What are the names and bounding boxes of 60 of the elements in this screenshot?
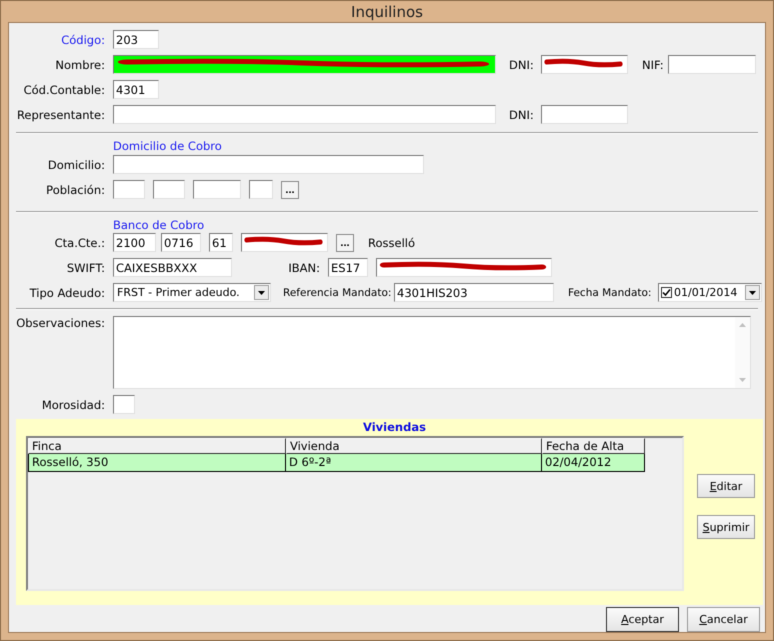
field-label: Tipo Adeudo:	[28, 286, 106, 300]
scroll-up-icon	[739, 323, 746, 327]
window-title: Inquilinos	[351, 2, 423, 20]
field-label: Cta.Cte.:	[54, 236, 106, 250]
column-header[interactable]: Fecha de Alta	[542, 438, 645, 454]
input-field[interactable]	[113, 180, 145, 199]
input-field[interactable]	[113, 395, 135, 414]
input-field[interactable]: 4301HIS203	[394, 283, 554, 302]
field-label: Domicilio:	[46, 158, 106, 172]
field-label: Representante:	[16, 108, 106, 122]
input-field[interactable]	[541, 105, 628, 124]
column-header[interactable]: Finca	[28, 438, 286, 454]
action-button[interactable]: Editar	[697, 474, 755, 498]
table-row[interactable]: Rosselló, 350 D 6º-2ª 02/04/2012	[28, 454, 645, 472]
field-label: Observaciones:	[15, 316, 106, 330]
field-label: SWIFT:	[66, 260, 106, 274]
field-label: Población:	[45, 182, 106, 196]
input-field[interactable]	[153, 180, 185, 199]
input-field[interactable]: 0716	[161, 233, 201, 252]
column-header[interactable]: Vivienda	[286, 438, 542, 454]
action-button[interactable]: Suprimir	[697, 515, 755, 539]
input-field[interactable]	[668, 55, 756, 74]
input-field[interactable]: 203	[113, 30, 159, 49]
input-field[interactable]: ES17	[328, 258, 368, 277]
browse-button[interactable]: ...	[281, 180, 299, 198]
browse-button[interactable]: ...	[336, 234, 354, 252]
input-field[interactable]	[113, 105, 496, 124]
input-field[interactable]: 61	[209, 233, 233, 252]
date-picker[interactable]: 01/01/2014	[658, 283, 762, 302]
section-title: Banco de Cobro	[113, 218, 204, 232]
field-label: Código:	[60, 32, 106, 46]
field-label: Cód.Contable:	[22, 82, 106, 96]
field-label: NIF:	[642, 58, 665, 72]
input-field[interactable]	[113, 155, 424, 174]
bank-name: Rosselló	[368, 236, 415, 250]
input-field[interactable]: CAIXESBBXXX	[113, 258, 232, 277]
input-field[interactable]: 4301	[113, 80, 159, 99]
dropdown[interactable]: FRST - Primer adeudo.	[113, 283, 271, 302]
section-title: Domicilio de Cobro	[113, 139, 222, 153]
table-cell: 02/04/2012	[542, 454, 645, 471]
dialog-button[interactable]: Cancelar	[687, 607, 760, 632]
caret-icon	[258, 290, 265, 294]
panel-title: Viviendas	[362, 419, 427, 436]
scroll-down-icon	[739, 378, 746, 382]
field-label: Fecha Mandato:	[568, 286, 652, 298]
table-cell: Rosselló, 350	[28, 454, 286, 471]
dialog-button[interactable]: Aceptar	[606, 607, 679, 632]
field-label: IBAN:	[287, 260, 321, 274]
input-field[interactable]: 2100	[113, 233, 156, 252]
table-cell: D 6º-2ª	[286, 454, 542, 471]
field-label: Referencia Mandato:	[283, 286, 392, 298]
input-field[interactable]	[193, 180, 241, 199]
field-label: DNI:	[509, 58, 535, 72]
field-label: Morosidad:	[40, 398, 106, 412]
checkbox[interactable]	[661, 287, 672, 298]
input-field[interactable]	[249, 180, 273, 199]
scroll-bar[interactable]	[735, 317, 750, 388]
field-label: Nombre:	[54, 58, 106, 72]
caret-icon	[749, 290, 756, 294]
field-label: DNI:	[509, 108, 535, 122]
